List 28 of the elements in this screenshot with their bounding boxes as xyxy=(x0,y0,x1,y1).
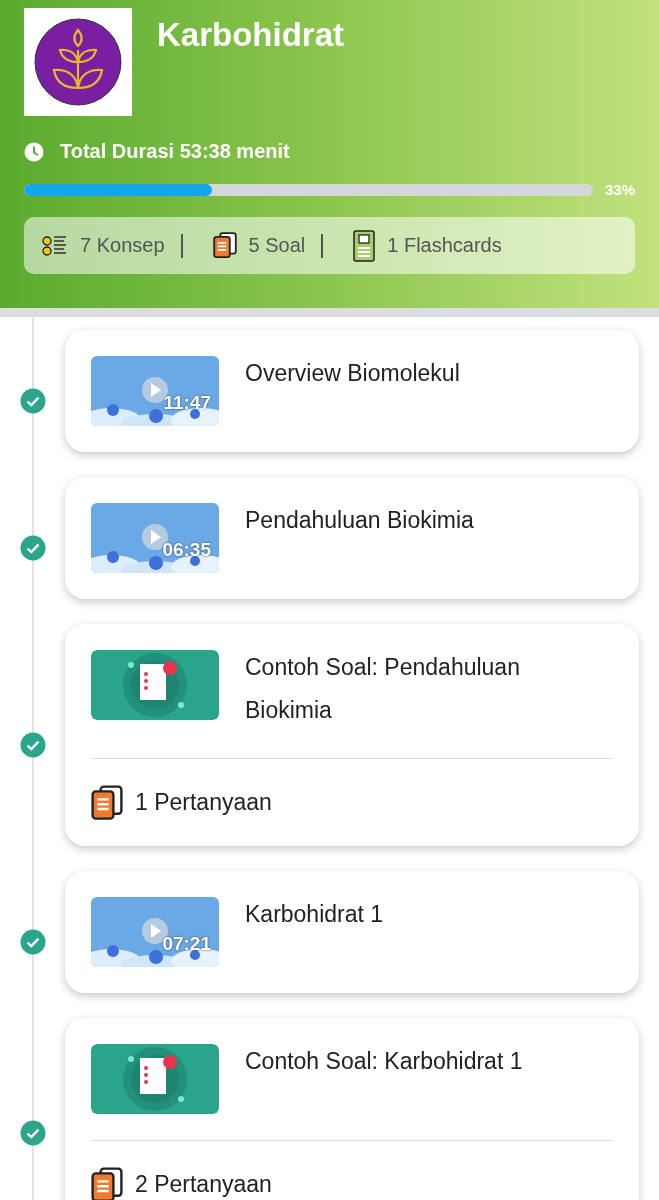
stat-label: 5 Soal xyxy=(248,234,306,257)
flashcard-icon xyxy=(353,229,376,262)
video-duration: 06:35 xyxy=(162,539,211,561)
document-stack-icon xyxy=(212,232,237,259)
document-stack-icon xyxy=(91,1167,123,1200)
document-stack-icon xyxy=(91,785,123,821)
total-duration: Total Durasi 53:38 menit xyxy=(60,140,290,163)
lesson-title: Karbohidrat 1 xyxy=(245,900,384,930)
video-duration: 07:21 xyxy=(162,933,211,956)
lesson-card[interactable]: 07:21 Karbohidrat 1 xyxy=(65,871,639,994)
stat-label: 7 Konsep xyxy=(80,234,165,257)
stat-label: 1 Flashcards xyxy=(387,234,502,257)
sprout-icon xyxy=(32,16,124,108)
lesson-card[interactable]: Contoh Soal: Pendahuluan Biokimia 1 Pertanyaan xyxy=(65,624,639,847)
question-count: 1 Pertanyaan xyxy=(135,789,272,817)
lesson-title: Contoh Soal: Karbohidrat 1 xyxy=(245,1047,523,1077)
lesson-title: Pendahuluan Biokimia xyxy=(245,506,474,535)
clock-icon xyxy=(24,141,44,162)
lesson-title: Contoh Soal: Pendahuluan Biokimia xyxy=(245,653,521,725)
course-title: Karbohidrat xyxy=(157,16,344,55)
lesson-card[interactable]: 06:35 Pendahuluan Biokimia xyxy=(65,477,639,599)
progress-percent: 33% xyxy=(604,181,635,198)
list-icon xyxy=(42,234,68,257)
lesson-card[interactable]: Contoh Soal: Karbohidrat 1 2 Pertanyaan xyxy=(65,1018,639,1200)
lesson-card[interactable]: 11:47 Overview Biomolekul xyxy=(65,330,639,452)
question-count: 2 Pertanyaan xyxy=(135,1171,272,1199)
video-duration: 11:47 xyxy=(163,392,211,414)
lesson-title: Overview Biomolekul xyxy=(245,359,460,388)
